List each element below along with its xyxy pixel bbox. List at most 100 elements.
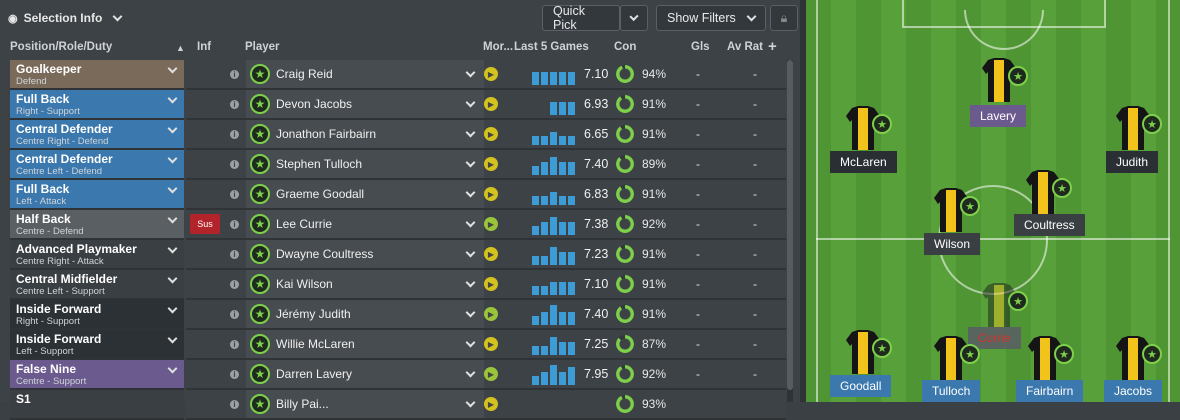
form-bars — [532, 273, 575, 295]
chevron-down-icon[interactable] — [465, 247, 476, 257]
chevron-down-icon[interactable] — [465, 217, 476, 227]
chevron-down-icon[interactable] — [465, 337, 476, 347]
player-selector[interactable]: ★ Jonathon Fairbairn — [246, 120, 484, 148]
pitch-player-label[interactable]: McLaren — [830, 151, 897, 173]
role-slot[interactable]: Full Back Left - Attack — [10, 180, 184, 210]
info-icon[interactable]: i — [230, 189, 239, 199]
player-selector[interactable]: ★ Graeme Goodall — [246, 180, 484, 208]
pitch-player-label[interactable]: Judith — [1106, 151, 1159, 173]
pitch-player-label[interactable]: Goodall — [830, 375, 892, 397]
chevron-down-icon[interactable] — [465, 277, 476, 287]
star-icon: ★ — [1008, 291, 1028, 311]
table-row[interactable]: i ★ Jérémy Judith ▶ 7.40 91% - - — [186, 300, 786, 330]
form-bar — [559, 136, 566, 145]
quick-pick-dropdown-button[interactable] — [620, 5, 648, 31]
info-icon[interactable]: i — [230, 129, 239, 139]
role-slot[interactable]: Central Defender Centre Right - Defend — [10, 120, 184, 150]
chevron-down-icon[interactable] — [465, 367, 476, 377]
chevron-down-icon[interactable] — [465, 97, 476, 107]
table-row[interactable]: i ★ Jonathon Fairbairn ▶ 6.65 91% - - — [186, 120, 786, 150]
star-icon: ★ — [250, 124, 270, 144]
pitch-player-label[interactable]: Tulloch — [922, 380, 981, 402]
scrollbar-thumb[interactable] — [787, 60, 793, 390]
column-header-row: Position/Role/Duty ▲ Inf Player Mor... L… — [0, 36, 790, 60]
header-inf[interactable]: Inf — [197, 41, 211, 53]
player-selector[interactable]: ★ Stephen Tulloch — [246, 150, 484, 178]
table-row[interactable]: Sus i ★ Lee Currie ▶ 7.38 92% - - — [186, 210, 786, 240]
info-icon[interactable]: i — [230, 369, 239, 379]
condition-value: 91% — [642, 127, 667, 141]
chevron-down-icon — [629, 11, 639, 21]
pitch-player-label[interactable]: Lavery — [970, 105, 1027, 127]
chevron-down-icon[interactable] — [465, 67, 476, 77]
pitch-player-label[interactable]: Coultress — [1014, 214, 1085, 236]
info-icon[interactable]: i — [230, 399, 239, 409]
player-selector[interactable]: ★ Dwayne Coultress — [246, 240, 484, 268]
table-row[interactable]: i ★ Kai Wilson ▶ 7.10 91% - - — [186, 270, 786, 300]
info-icon[interactable]: i — [230, 309, 239, 319]
table-row[interactable]: i ★ Stephen Tulloch ▶ 7.40 89% - - — [186, 150, 786, 180]
condition-value: 91% — [642, 277, 667, 291]
info-icon[interactable]: i — [230, 339, 239, 349]
role-slot[interactable]: S1 — [10, 390, 184, 420]
role-slot[interactable]: Inside Forward Left - Support — [10, 330, 184, 360]
player-selector[interactable]: ★ Willie McLaren — [246, 330, 484, 358]
header-morale[interactable]: Mor... — [483, 41, 513, 53]
pitch-player-label[interactable]: Wilson — [924, 233, 981, 255]
role-slot[interactable]: Inside Forward Right - Support — [10, 300, 184, 330]
header-last5[interactable]: Last 5 Games — [514, 41, 589, 53]
header-avrat[interactable]: Av Rat — [727, 41, 763, 53]
player-selector[interactable]: ★ Devon Jacobs — [246, 90, 484, 118]
info-icon[interactable]: i — [230, 69, 239, 79]
selection-info-dropdown[interactable]: ◉ Selection Info — [8, 0, 123, 36]
table-row[interactable]: i ★ Billy Pai... ▶ 93% — [186, 390, 786, 420]
chevron-down-icon[interactable] — [465, 127, 476, 137]
quick-pick-button[interactable]: Quick Pick — [542, 4, 620, 32]
table-row[interactable]: i ★ Willie McLaren ▶ 7.25 87% - - — [186, 330, 786, 360]
info-icon[interactable]: i — [230, 159, 239, 169]
player-selector[interactable]: ★ Jérémy Judith — [246, 300, 484, 328]
table-row[interactable]: i ★ Darren Lavery ▶ 7.95 92% - - — [186, 360, 786, 390]
player-selector[interactable]: ★ Craig Reid — [246, 60, 484, 88]
info-icon[interactable]: i — [230, 99, 239, 109]
avg-rating-value: - — [753, 127, 757, 141]
sort-arrow-icon[interactable]: ▲ — [176, 43, 185, 53]
player-name: Dwayne Coultress — [276, 247, 374, 261]
pitch-player-label[interactable]: Jacobs — [1104, 380, 1163, 402]
form-bar — [550, 102, 557, 115]
header-position[interactable]: Position/Role/Duty — [10, 41, 112, 53]
chevron-down-icon[interactable] — [465, 307, 476, 317]
condition-ring-icon — [616, 395, 634, 413]
header-con[interactable]: Con — [614, 41, 636, 53]
info-icon[interactable]: i — [230, 219, 239, 229]
chevron-down-icon[interactable] — [465, 157, 476, 167]
info-icon[interactable]: i — [230, 279, 239, 289]
role-slot[interactable]: Half Back Centre - Defend — [10, 210, 184, 240]
avg-rating-value: - — [753, 157, 757, 171]
info-icon[interactable]: i — [230, 249, 239, 259]
table-row[interactable]: i ★ Craig Reid ▶ 7.10 94% - - — [186, 60, 786, 90]
role-slot[interactable]: Goalkeeper Defend — [10, 60, 184, 90]
header-gls[interactable]: Gls — [691, 41, 710, 53]
header-player[interactable]: Player — [245, 41, 280, 53]
player-selector[interactable]: ★ Darren Lavery — [246, 360, 484, 388]
scrollbar[interactable] — [787, 60, 793, 402]
role-slot[interactable]: Central Midfielder Centre Left - Support — [10, 270, 184, 300]
table-row[interactable]: i ★ Devon Jacobs ▶ 6.93 91% - - — [186, 90, 786, 120]
chevron-down-icon[interactable] — [465, 187, 476, 197]
player-selector[interactable]: ★ Lee Currie — [246, 210, 484, 238]
show-filters-button[interactable]: Show Filters — [656, 5, 766, 31]
role-slot[interactable]: False Nine Centre - Support — [10, 360, 184, 390]
player-selector[interactable]: ★ Kai Wilson — [246, 270, 484, 298]
table-row[interactable]: i ★ Dwayne Coultress ▶ 7.23 91% - - — [186, 240, 786, 270]
role-slot[interactable]: Central Defender Centre Left - Defend — [10, 150, 184, 180]
table-row[interactable]: i ★ Graeme Goodall ▶ 6.83 91% - - — [186, 180, 786, 210]
chevron-down-icon[interactable] — [465, 397, 476, 407]
role-slot[interactable]: Full Back Right - Support — [10, 90, 184, 120]
chevron-down-icon — [746, 11, 757, 21]
lock-button[interactable]: 🔒︎ — [770, 5, 798, 31]
role-slot[interactable]: Advanced Playmaker Centre Right - Attack — [10, 240, 184, 270]
pitch-player-label[interactable]: Fairbairn — [1016, 380, 1084, 402]
player-selector[interactable]: ★ Billy Pai... — [246, 390, 484, 418]
add-column-icon[interactable]: + — [768, 38, 777, 55]
